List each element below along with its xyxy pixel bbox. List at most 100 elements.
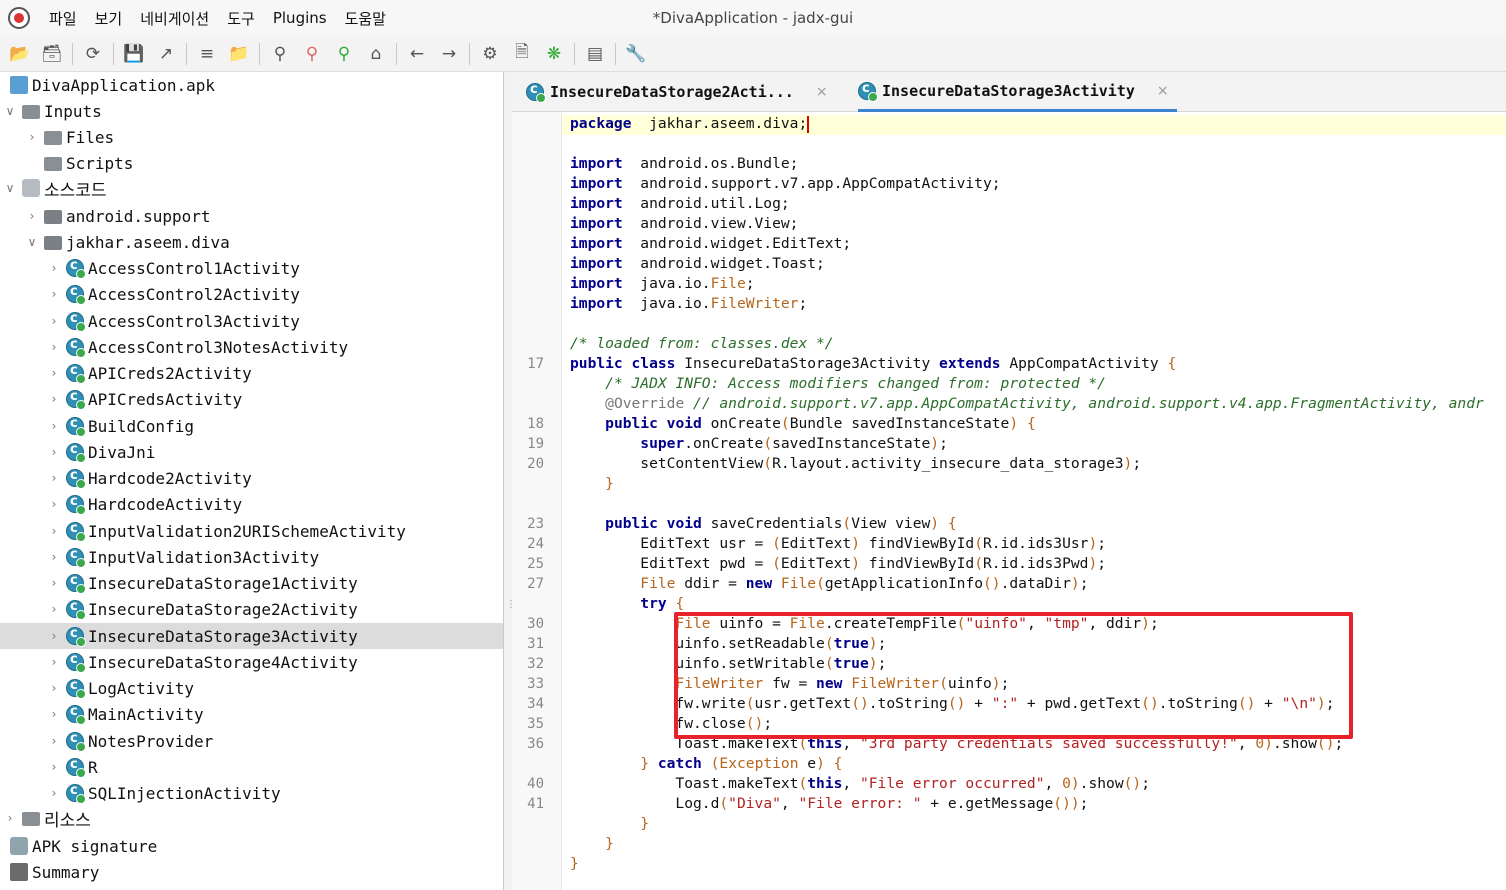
- debug-bug-icon[interactable]: ❋: [540, 40, 568, 68]
- chevron-right-icon[interactable]: ›: [48, 707, 60, 721]
- chevron-right-icon[interactable]: ›: [48, 734, 60, 748]
- chevron-right-icon[interactable]: ›: [48, 602, 60, 616]
- tree-item[interactable]: › LogActivity: [0, 675, 503, 701]
- tree-item[interactable]: › Hardcode2Activity: [0, 465, 503, 491]
- tree-item[interactable]: › NotesProvider: [0, 728, 503, 754]
- chevron-right-icon[interactable]: ›: [26, 209, 38, 223]
- menu-file[interactable]: 파일: [49, 8, 77, 29]
- project-tree[interactable]: DivaApplication.apk ∨ Inputs › Files Scripts ∨…: [0, 72, 504, 890]
- chevron-right-icon[interactable]: ›: [48, 445, 60, 459]
- code-token: onCreate: [701, 415, 781, 432]
- menu-tools[interactable]: 도구: [227, 8, 255, 29]
- deobfuscation-icon[interactable]: ⚙: [476, 40, 504, 68]
- chevron-right-icon[interactable]: ›: [48, 366, 60, 380]
- tree-item[interactable]: › AccessControl1Activity: [0, 255, 503, 281]
- tree-item[interactable]: › android.support: [0, 203, 503, 229]
- sync-icon[interactable]: ⟳: [79, 40, 107, 68]
- open-file-icon[interactable]: 📂: [6, 40, 34, 68]
- tree-item[interactable]: ∨ jakhar.aseem.diva: [0, 229, 503, 255]
- tree-item[interactable]: DivaApplication.apk: [0, 72, 503, 98]
- chevron-right-icon[interactable]: ›: [48, 655, 60, 669]
- add-files-icon[interactable]: 🗃: [38, 40, 66, 68]
- chevron-down-icon[interactable]: ∨: [26, 235, 38, 249]
- home-icon[interactable]: ⌂: [362, 40, 390, 68]
- tree-item[interactable]: › AccessControl3NotesActivity: [0, 334, 503, 360]
- tree-item[interactable]: › BuildConfig: [0, 413, 503, 439]
- panel-splitter[interactable]: ⋮: [504, 72, 516, 890]
- chevron-right-icon[interactable]: ›: [48, 471, 60, 485]
- tab-insecure-data-storage3[interactable]: InsecureDataStorage3Activity ×: [858, 72, 1177, 112]
- export-icon[interactable]: ↗: [152, 40, 180, 68]
- chevron-right-icon[interactable]: ›: [48, 314, 60, 328]
- flatten-icon[interactable]: ≡: [193, 40, 221, 68]
- tree-item[interactable]: › MainActivity: [0, 701, 503, 727]
- tree-item[interactable]: Summary: [0, 859, 503, 885]
- chevron-right-icon[interactable]: ›: [48, 340, 60, 354]
- menu-navigation[interactable]: 네비게이션: [140, 8, 209, 29]
- close-icon[interactable]: ×: [816, 84, 828, 100]
- code-token: }: [640, 755, 650, 772]
- chevron-right-icon[interactable]: ›: [48, 629, 60, 643]
- tree-item[interactable]: › InsecureDataStorage2Activity: [0, 596, 503, 622]
- find-class-icon[interactable]: ⚲: [330, 40, 358, 68]
- tree-item[interactable]: APK signature: [0, 833, 503, 859]
- menu-help[interactable]: 도움말: [345, 8, 386, 29]
- log-icon[interactable]: ▤: [581, 40, 609, 68]
- code-token: import: [570, 195, 623, 212]
- tree-item[interactable]: › APICreds2Activity: [0, 360, 503, 386]
- tree-item[interactable]: › InputValidation2URISchemeActivity: [0, 518, 503, 544]
- find-usage-icon[interactable]: ⚲: [298, 40, 326, 68]
- search-icon[interactable]: ⚲: [266, 40, 294, 68]
- code-token: (: [763, 435, 773, 452]
- code-token: catch: [657, 755, 702, 772]
- tree-item[interactable]: › DivaJni: [0, 439, 503, 465]
- chevron-right-icon[interactable]: ›: [48, 760, 60, 774]
- back-icon[interactable]: ←: [403, 40, 431, 68]
- preferences-wrench-icon[interactable]: 🔧: [622, 40, 650, 68]
- tree-item[interactable]: › AccessControl3Activity: [0, 308, 503, 334]
- chevron-right-icon[interactable]: ›: [48, 497, 60, 511]
- chevron-right-icon[interactable]: ›: [48, 419, 60, 433]
- tree-item[interactable]: › SQLInjectionActivity: [0, 780, 503, 806]
- forward-icon[interactable]: →: [435, 40, 463, 68]
- code-token: ): [1009, 415, 1019, 432]
- code-token: package: [570, 115, 632, 132]
- tree-item[interactable]: › APICredsActivity: [0, 386, 503, 412]
- code-line: EditText usr = (EditText) findViewById(R…: [570, 534, 1106, 554]
- box-icon: [22, 179, 40, 197]
- tree-item[interactable]: ∨ Inputs: [0, 98, 503, 124]
- chevron-down-icon[interactable]: ∨: [4, 104, 16, 118]
- tree-item[interactable]: ›R: [0, 754, 503, 780]
- tree-item[interactable]: › InputValidation3Activity: [0, 544, 503, 570]
- tree-item[interactable]: › Files: [0, 124, 503, 150]
- chevron-right-icon[interactable]: ›: [4, 811, 16, 825]
- chevron-right-icon[interactable]: ›: [48, 550, 60, 564]
- tree-item[interactable]: › InsecureDataStorage4Activity: [0, 649, 503, 675]
- tree-item[interactable]: › InsecureDataStorage1Activity: [0, 570, 503, 596]
- tree-item[interactable]: › InsecureDataStorage3Activity: [0, 623, 503, 649]
- splitter-grip-icon[interactable]: ⋮: [506, 600, 516, 619]
- code-editor[interactable]: 17 18 19 20 23 24 25 27 30 31 32 33 34 35 36 40 41 packa…: [512, 112, 1506, 890]
- tree-item[interactable]: › 리소스: [0, 805, 503, 831]
- tree-item[interactable]: › AccessControl2Activity: [0, 281, 503, 307]
- menu-plugins[interactable]: Plugins: [273, 9, 327, 27]
- package-icon[interactable]: 📁: [225, 40, 253, 68]
- chevron-right-icon[interactable]: ›: [48, 392, 60, 406]
- chevron-down-icon[interactable]: ∨: [4, 181, 16, 195]
- tab-insecure-data-storage2[interactable]: InsecureDataStorage2Acti... ×: [526, 72, 828, 112]
- chevron-right-icon[interactable]: ›: [48, 576, 60, 590]
- tree-item[interactable]: Scripts: [0, 150, 503, 176]
- quick-tab-icon[interactable]: 🗎: [508, 40, 536, 68]
- chevron-right-icon[interactable]: ›: [26, 130, 38, 144]
- menu-view[interactable]: 보기: [95, 8, 123, 29]
- toolbar-divider: [186, 42, 187, 65]
- tree-item[interactable]: › HardcodeActivity: [0, 491, 503, 517]
- chevron-right-icon[interactable]: ›: [48, 524, 60, 538]
- chevron-right-icon[interactable]: ›: [48, 786, 60, 800]
- close-icon[interactable]: ×: [1157, 83, 1169, 99]
- chevron-right-icon[interactable]: ›: [48, 287, 60, 301]
- chevron-right-icon[interactable]: ›: [48, 261, 60, 275]
- tree-item[interactable]: ∨ 소스코드: [0, 175, 503, 201]
- chevron-right-icon[interactable]: ›: [48, 681, 60, 695]
- save-icon[interactable]: 💾: [120, 40, 148, 68]
